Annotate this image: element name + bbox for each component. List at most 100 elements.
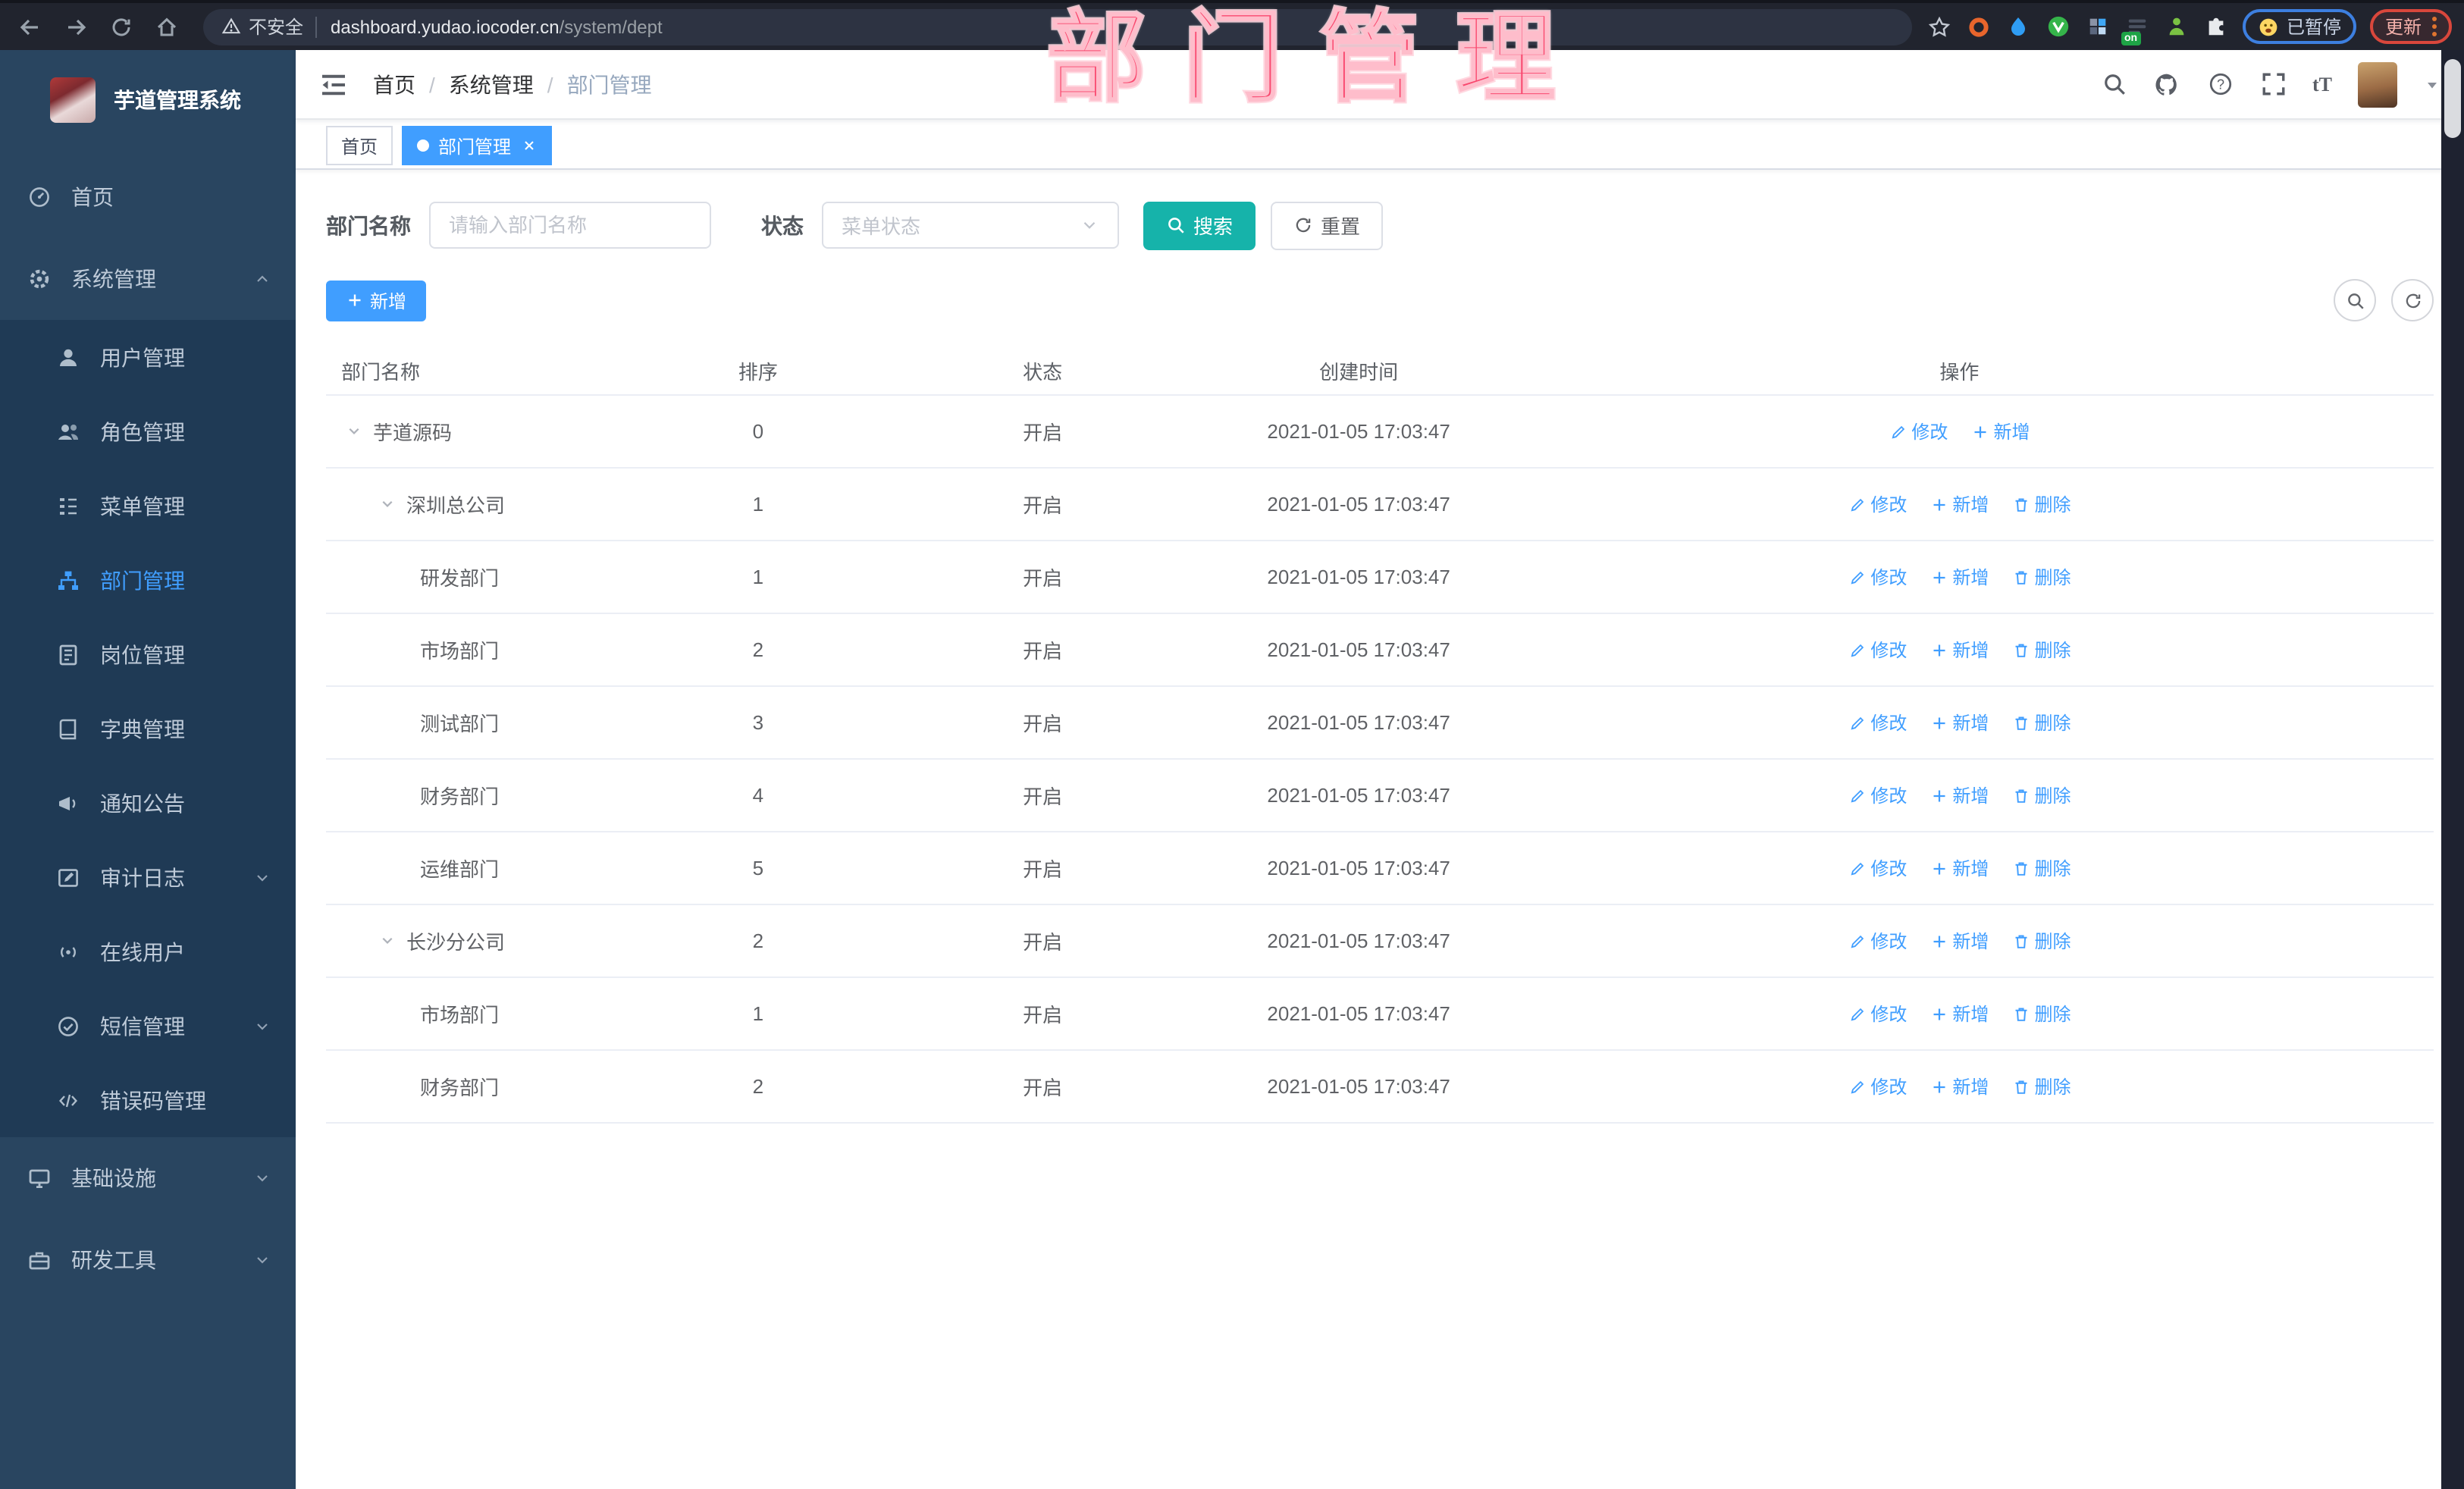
row-action-plus[interactable]: 新增 <box>1930 637 1989 663</box>
hamburger-icon[interactable] <box>318 69 349 99</box>
sidebar-item-user-management[interactable]: 用户管理 <box>0 320 296 394</box>
browser-scrollbar[interactable] <box>2441 50 2464 1489</box>
sidebar-item-post-management[interactable]: 岗位管理 <box>0 617 296 691</box>
row-action-edit[interactable]: 修改 <box>1889 418 1948 444</box>
row-action-plus[interactable]: 新增 <box>1930 710 1989 735</box>
back-icon[interactable] <box>12 8 49 45</box>
font-size-icon[interactable]: tT <box>2312 72 2332 96</box>
extension-orange-ring-icon[interactable] <box>1967 14 1992 39</box>
row-action-trash[interactable]: 删除 <box>2011 782 2071 808</box>
row-action-plus[interactable]: 新增 <box>1930 564 1989 590</box>
forward-icon[interactable] <box>58 8 94 45</box>
row-action-trash[interactable]: 删除 <box>2011 855 2071 881</box>
bookmark-star-icon[interactable] <box>1927 14 1953 39</box>
breadcrumb-home[interactable]: 首页 <box>373 69 415 99</box>
row-action-edit[interactable]: 修改 <box>1848 564 1907 590</box>
sidebar-item-dict-management[interactable]: 字典管理 <box>0 691 296 766</box>
extension-green-person-icon[interactable] <box>2164 14 2190 39</box>
users-icon <box>56 419 80 444</box>
dept-name-cell: 市场部门 <box>420 1004 500 1027</box>
sidebar-item-notice-announcement[interactable]: 通知公告 <box>0 766 296 840</box>
row-action-trash[interactable]: 删除 <box>2011 928 2071 954</box>
toggle-search-button[interactable] <box>2334 279 2376 321</box>
row-action-edit[interactable]: 修改 <box>1848 637 1907 663</box>
reset-button[interactable]: 重置 <box>1271 201 1384 249</box>
row-action-plus[interactable]: 新增 <box>1930 491 1989 517</box>
row-action-trash[interactable]: 删除 <box>2011 491 2071 517</box>
not-secure-warning-icon <box>221 17 241 36</box>
sidebar-item-label: 通知公告 <box>100 791 185 815</box>
page-header: 首页 / 系统管理 / 部门管理 ? tT <box>296 50 2464 120</box>
sidebar-item-system-management[interactable]: 系统管理 <box>0 238 296 320</box>
avatar-caret-icon[interactable] <box>2423 75 2441 93</box>
sidebar-item-infrastructure[interactable]: 基础设施 <box>0 1137 296 1219</box>
sidebar-item-sms-management[interactable]: 短信管理 <box>0 989 296 1063</box>
row-action-edit[interactable]: 修改 <box>1848 928 1907 954</box>
row-action-edit[interactable]: 修改 <box>1848 1001 1907 1027</box>
column-header-created: 创建时间 <box>1319 360 1399 383</box>
row-action-plus[interactable]: 新增 <box>1970 418 2030 444</box>
search-button[interactable]: 搜索 <box>1143 201 1256 249</box>
extension-blue-drop-icon[interactable] <box>2006 14 2032 39</box>
row-action-edit[interactable]: 修改 <box>1848 491 1907 517</box>
row-action-trash[interactable]: 删除 <box>2011 710 2071 735</box>
app-logo[interactable]: 芋道管理系统 <box>0 65 296 135</box>
tab-dept-management[interactable]: 部门管理 <box>402 126 553 165</box>
url-bar[interactable]: 不安全 dashboard.yudao.iocoder.cn/system/de… <box>203 8 1912 45</box>
sidebar-item-error-code-management[interactable]: 错误码管理 <box>0 1063 296 1137</box>
row-action-edit[interactable]: 修改 <box>1848 1074 1907 1099</box>
reload-icon[interactable] <box>103 8 140 45</box>
dept-name-input[interactable] <box>429 202 711 249</box>
sidebar-item-dev-tools[interactable]: 研发工具 <box>0 1219 296 1301</box>
extension-green-check-icon[interactable] <box>2045 14 2071 39</box>
row-action-plus[interactable]: 新增 <box>1930 1074 1989 1099</box>
expand-caret-icon[interactable] <box>378 494 397 514</box>
row-action-trash[interactable]: 删除 <box>2011 637 2071 663</box>
tab-home[interactable]: 首页 <box>326 126 393 165</box>
scrollbar-thumb[interactable] <box>2444 59 2461 138</box>
table-header: 部门名称 排序 状态 创建时间 操作 <box>326 346 2434 396</box>
sidebar-item-role-management[interactable]: 角色管理 <box>0 394 296 469</box>
search-icon[interactable] <box>2100 71 2127 98</box>
security-label: 不安全 <box>249 17 304 38</box>
expand-caret-icon[interactable] <box>344 422 364 441</box>
extension-squares-icon[interactable] <box>2085 14 2111 39</box>
row-action-edit[interactable]: 修改 <box>1848 782 1907 808</box>
paused-badge[interactable]: 已暂停 <box>2242 9 2356 44</box>
row-action-plus[interactable]: 新增 <box>1930 928 1989 954</box>
github-icon[interactable] <box>2153 71 2180 98</box>
home-icon[interactable] <box>149 8 185 45</box>
row-action-trash[interactable]: 删除 <box>2011 564 2071 590</box>
refresh-table-button[interactable] <box>2391 279 2434 321</box>
update-button[interactable]: 更新 <box>2369 9 2452 44</box>
row-action-edit[interactable]: 修改 <box>1848 855 1907 881</box>
status-cell: 开启 <box>1023 858 1063 881</box>
row-action-plus[interactable]: 新增 <box>1930 1001 1989 1027</box>
avatar[interactable] <box>2358 61 2397 107</box>
status-cell: 开启 <box>1023 931 1063 954</box>
sidebar-item-audit-log[interactable]: 审计日志 <box>0 840 296 914</box>
browser-menu-dots-icon[interactable] <box>2432 17 2437 36</box>
add-button[interactable]: 新增 <box>326 280 427 321</box>
sort-cell: 5 <box>752 857 764 879</box>
sidebar-item-online-users[interactable]: 在线用户 <box>0 914 296 989</box>
extensions-puzzle-icon[interactable] <box>2203 14 2229 39</box>
row-action-plus[interactable]: 新增 <box>1930 782 1989 808</box>
expand-caret-icon[interactable] <box>378 931 397 951</box>
row-action-edit[interactable]: 修改 <box>1848 710 1907 735</box>
created-cell: 2021-01-05 17:03:47 <box>1267 857 1450 879</box>
fullscreen-icon[interactable] <box>2259 71 2287 98</box>
row-action-trash[interactable]: 删除 <box>2011 1074 2071 1099</box>
row-action-trash[interactable]: 删除 <box>2011 1001 2071 1027</box>
logo-image <box>50 77 96 123</box>
sidebar-item-home[interactable]: 首页 <box>0 156 296 238</box>
breadcrumb-system[interactable]: 系统管理 <box>449 69 534 99</box>
close-icon[interactable] <box>520 137 537 154</box>
sidebar-item-dept-management[interactable]: 部门管理 <box>0 543 296 617</box>
sidebar-item-menu-management[interactable]: 菜单管理 <box>0 469 296 543</box>
status-select[interactable]: 菜单状态 <box>822 202 1119 249</box>
extension-list-on-icon[interactable]: on <box>2121 14 2150 45</box>
row-action-plus[interactable]: 新增 <box>1930 855 1989 881</box>
help-icon[interactable]: ? <box>2206 71 2234 98</box>
search-icon <box>2347 293 2363 309</box>
